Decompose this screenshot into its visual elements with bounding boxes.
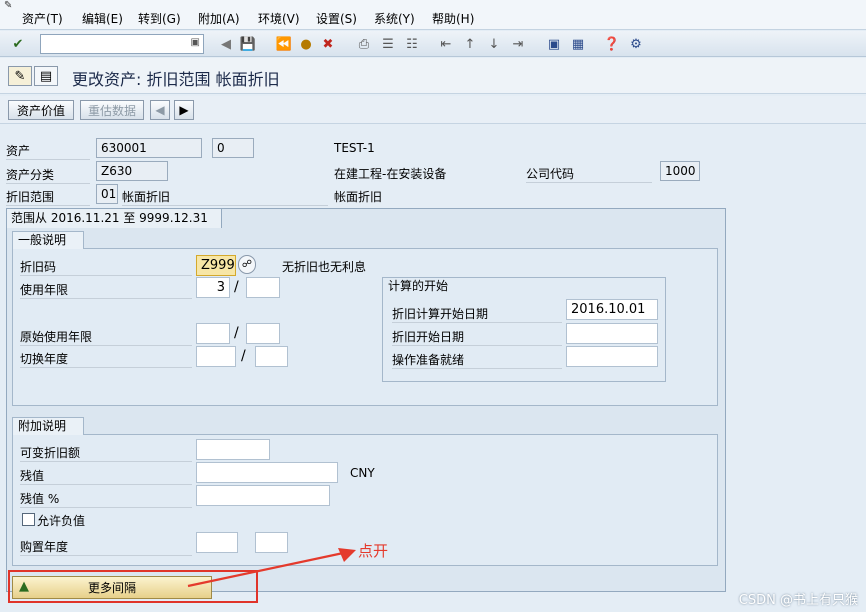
find-next-icon[interactable]: ☷ xyxy=(402,34,422,54)
depreciation-area-field: 01 xyxy=(96,184,118,204)
find-icon[interactable]: ☰ xyxy=(378,34,398,54)
menu-settings[interactable]: 设置(S) xyxy=(316,10,357,27)
menu-help[interactable]: 帮助(H) xyxy=(432,10,474,27)
asset-class-label: 资产分类 xyxy=(6,166,90,184)
print-icon[interactable]: ⎙ xyxy=(354,34,374,54)
asset-subnumber-field: 0 xyxy=(212,138,254,158)
next-area-button[interactable]: ▶ xyxy=(174,100,194,120)
changeover-period-input[interactable] xyxy=(255,346,288,367)
company-code-field: 1000 xyxy=(660,161,700,181)
menu-system[interactable]: 系统(Y) xyxy=(374,10,415,27)
back-icon[interactable]: ⏪ xyxy=(274,34,294,54)
company-code-label: 公司代码 xyxy=(526,165,652,183)
menu-goto[interactable]: 转到(G) xyxy=(138,10,181,27)
asset-class-field: Z630 xyxy=(96,161,168,181)
scrap-value-percent-input[interactable] xyxy=(196,485,330,506)
command-field[interactable]: ▣ xyxy=(40,34,204,54)
changeover-separator: / xyxy=(241,348,246,364)
shortcut-icon[interactable]: ▦ xyxy=(568,34,588,54)
tab-interval[interactable]: 范围从 2016.11.21 至 9999.12.31 xyxy=(6,208,222,228)
general-group-title: 一般说明 xyxy=(12,231,84,249)
menu-extras[interactable]: 附加(A) xyxy=(198,10,240,27)
menu-asset[interactable]: 资产(T) xyxy=(22,10,63,27)
document-icon[interactable]: ▤ xyxy=(34,66,58,86)
next-page-icon[interactable]: ↓ xyxy=(484,34,504,54)
copy-icon[interactable]: ☍ xyxy=(238,255,256,274)
dep-calc-start-input[interactable]: 2016.10.01 xyxy=(566,299,658,320)
page-title: 更改资产: 折旧范围 帐面折旧 xyxy=(72,70,280,89)
asset-label: 资产 xyxy=(6,142,90,160)
asset-number-field: 630001 xyxy=(96,138,202,158)
depreciation-key-label: 折旧码 xyxy=(20,258,192,276)
original-life-label: 原始使用年限 xyxy=(20,328,192,346)
allow-negative-label: 允许负值 xyxy=(37,514,86,528)
useful-life-separator: / xyxy=(234,279,239,295)
ready-for-operation-input[interactable] xyxy=(566,346,658,367)
annotation-text: 点开 xyxy=(358,542,389,560)
asset-values-button[interactable]: 资产价值 xyxy=(8,100,74,120)
depreciation-area-name: 帐面折旧 xyxy=(122,188,328,206)
last-page-icon[interactable]: ⇥ xyxy=(508,34,528,54)
create-session-icon[interactable]: ▣ xyxy=(544,34,564,54)
scrap-value-input[interactable] xyxy=(196,462,338,483)
original-life-separator: / xyxy=(234,325,239,341)
revaluation-data-button[interactable]: 重估数据 xyxy=(80,100,144,120)
asset-class-description: 在建工程-在安装设备 xyxy=(334,167,447,181)
menu-environment[interactable]: 环境(V) xyxy=(258,10,300,27)
first-page-icon[interactable]: ⇤ xyxy=(436,34,456,54)
exit-icon[interactable]: ● xyxy=(296,34,316,54)
menu-bar: ✎ 资产(T) 编辑(E) 转到(G) 附加(A) 环境(V) 设置(S) 系统… xyxy=(0,0,866,30)
changeover-year-input[interactable] xyxy=(196,346,236,367)
depreciation-area-short-text: 帐面折旧 xyxy=(334,190,383,204)
help-icon[interactable]: ❓ xyxy=(602,34,622,54)
original-life-periods-input[interactable] xyxy=(246,323,280,344)
ready-for-operation-label: 操作准备就绪 xyxy=(392,351,562,369)
annotation-arrow xyxy=(187,548,356,588)
command-history-icon[interactable]: ▣ xyxy=(191,37,200,48)
customize-layout-icon[interactable]: ⚙ xyxy=(626,34,646,54)
scrap-value-percent-label: 残值 % xyxy=(20,490,192,508)
cancel-icon[interactable]: ✖ xyxy=(318,34,338,54)
enter-icon[interactable]: ✔ xyxy=(8,34,28,54)
dep-start-input[interactable] xyxy=(566,323,658,344)
depreciation-key-input[interactable]: Z999 xyxy=(196,255,236,276)
display-change-icon[interactable]: ✎ xyxy=(8,66,32,86)
system-icon[interactable]: ✎ xyxy=(4,0,12,11)
useful-life-periods-input[interactable] xyxy=(246,277,280,298)
scrap-value-currency: CNY xyxy=(350,466,375,480)
additional-group-title: 附加说明 xyxy=(12,417,84,435)
useful-life-label: 使用年限 xyxy=(20,281,192,299)
previous-arrow-icon: ◀ xyxy=(155,103,165,117)
next-arrow-icon: ▶ xyxy=(179,103,189,117)
dep-start-label: 折旧开始日期 xyxy=(392,328,562,346)
menu-edit[interactable]: 编辑(E) xyxy=(82,10,123,27)
acquisition-year-label: 购置年度 xyxy=(20,538,192,556)
scrap-value-label: 残值 xyxy=(20,467,192,485)
original-life-years-input[interactable] xyxy=(196,323,230,344)
previous-page-icon[interactable]: ↑ xyxy=(460,34,480,54)
depreciation-area-label: 折旧范围 xyxy=(6,188,90,206)
dep-calc-start-label: 折旧计算开始日期 xyxy=(392,305,562,323)
variable-depreciation-input[interactable] xyxy=(196,439,270,460)
watermark: CSDN @书上有只猴 xyxy=(738,593,858,608)
depreciation-key-description: 无折旧也无利息 xyxy=(282,260,367,274)
standard-toolbar: ✔ ▣ ◀ 💾 ⏪ ● ✖ ⎙ ☰ ☷ ⇤ ↑ ↓ ⇥ ▣ ▦ ❓ ⚙ xyxy=(0,31,866,57)
collapse-toolbar-icon[interactable]: ◀ xyxy=(216,34,236,54)
calc-start-group-title: 计算的开始 xyxy=(382,277,666,295)
changeover-year-label: 切换年度 xyxy=(20,350,192,368)
asset-description: TEST-1 xyxy=(334,141,375,155)
variable-depreciation-label: 可变折旧额 xyxy=(20,444,192,462)
allow-negative-checkbox[interactable] xyxy=(22,513,35,526)
useful-life-years-input[interactable]: 3 xyxy=(196,277,230,298)
previous-area-button[interactable]: ◀ xyxy=(150,100,170,120)
save-icon[interactable]: 💾 xyxy=(238,34,258,54)
